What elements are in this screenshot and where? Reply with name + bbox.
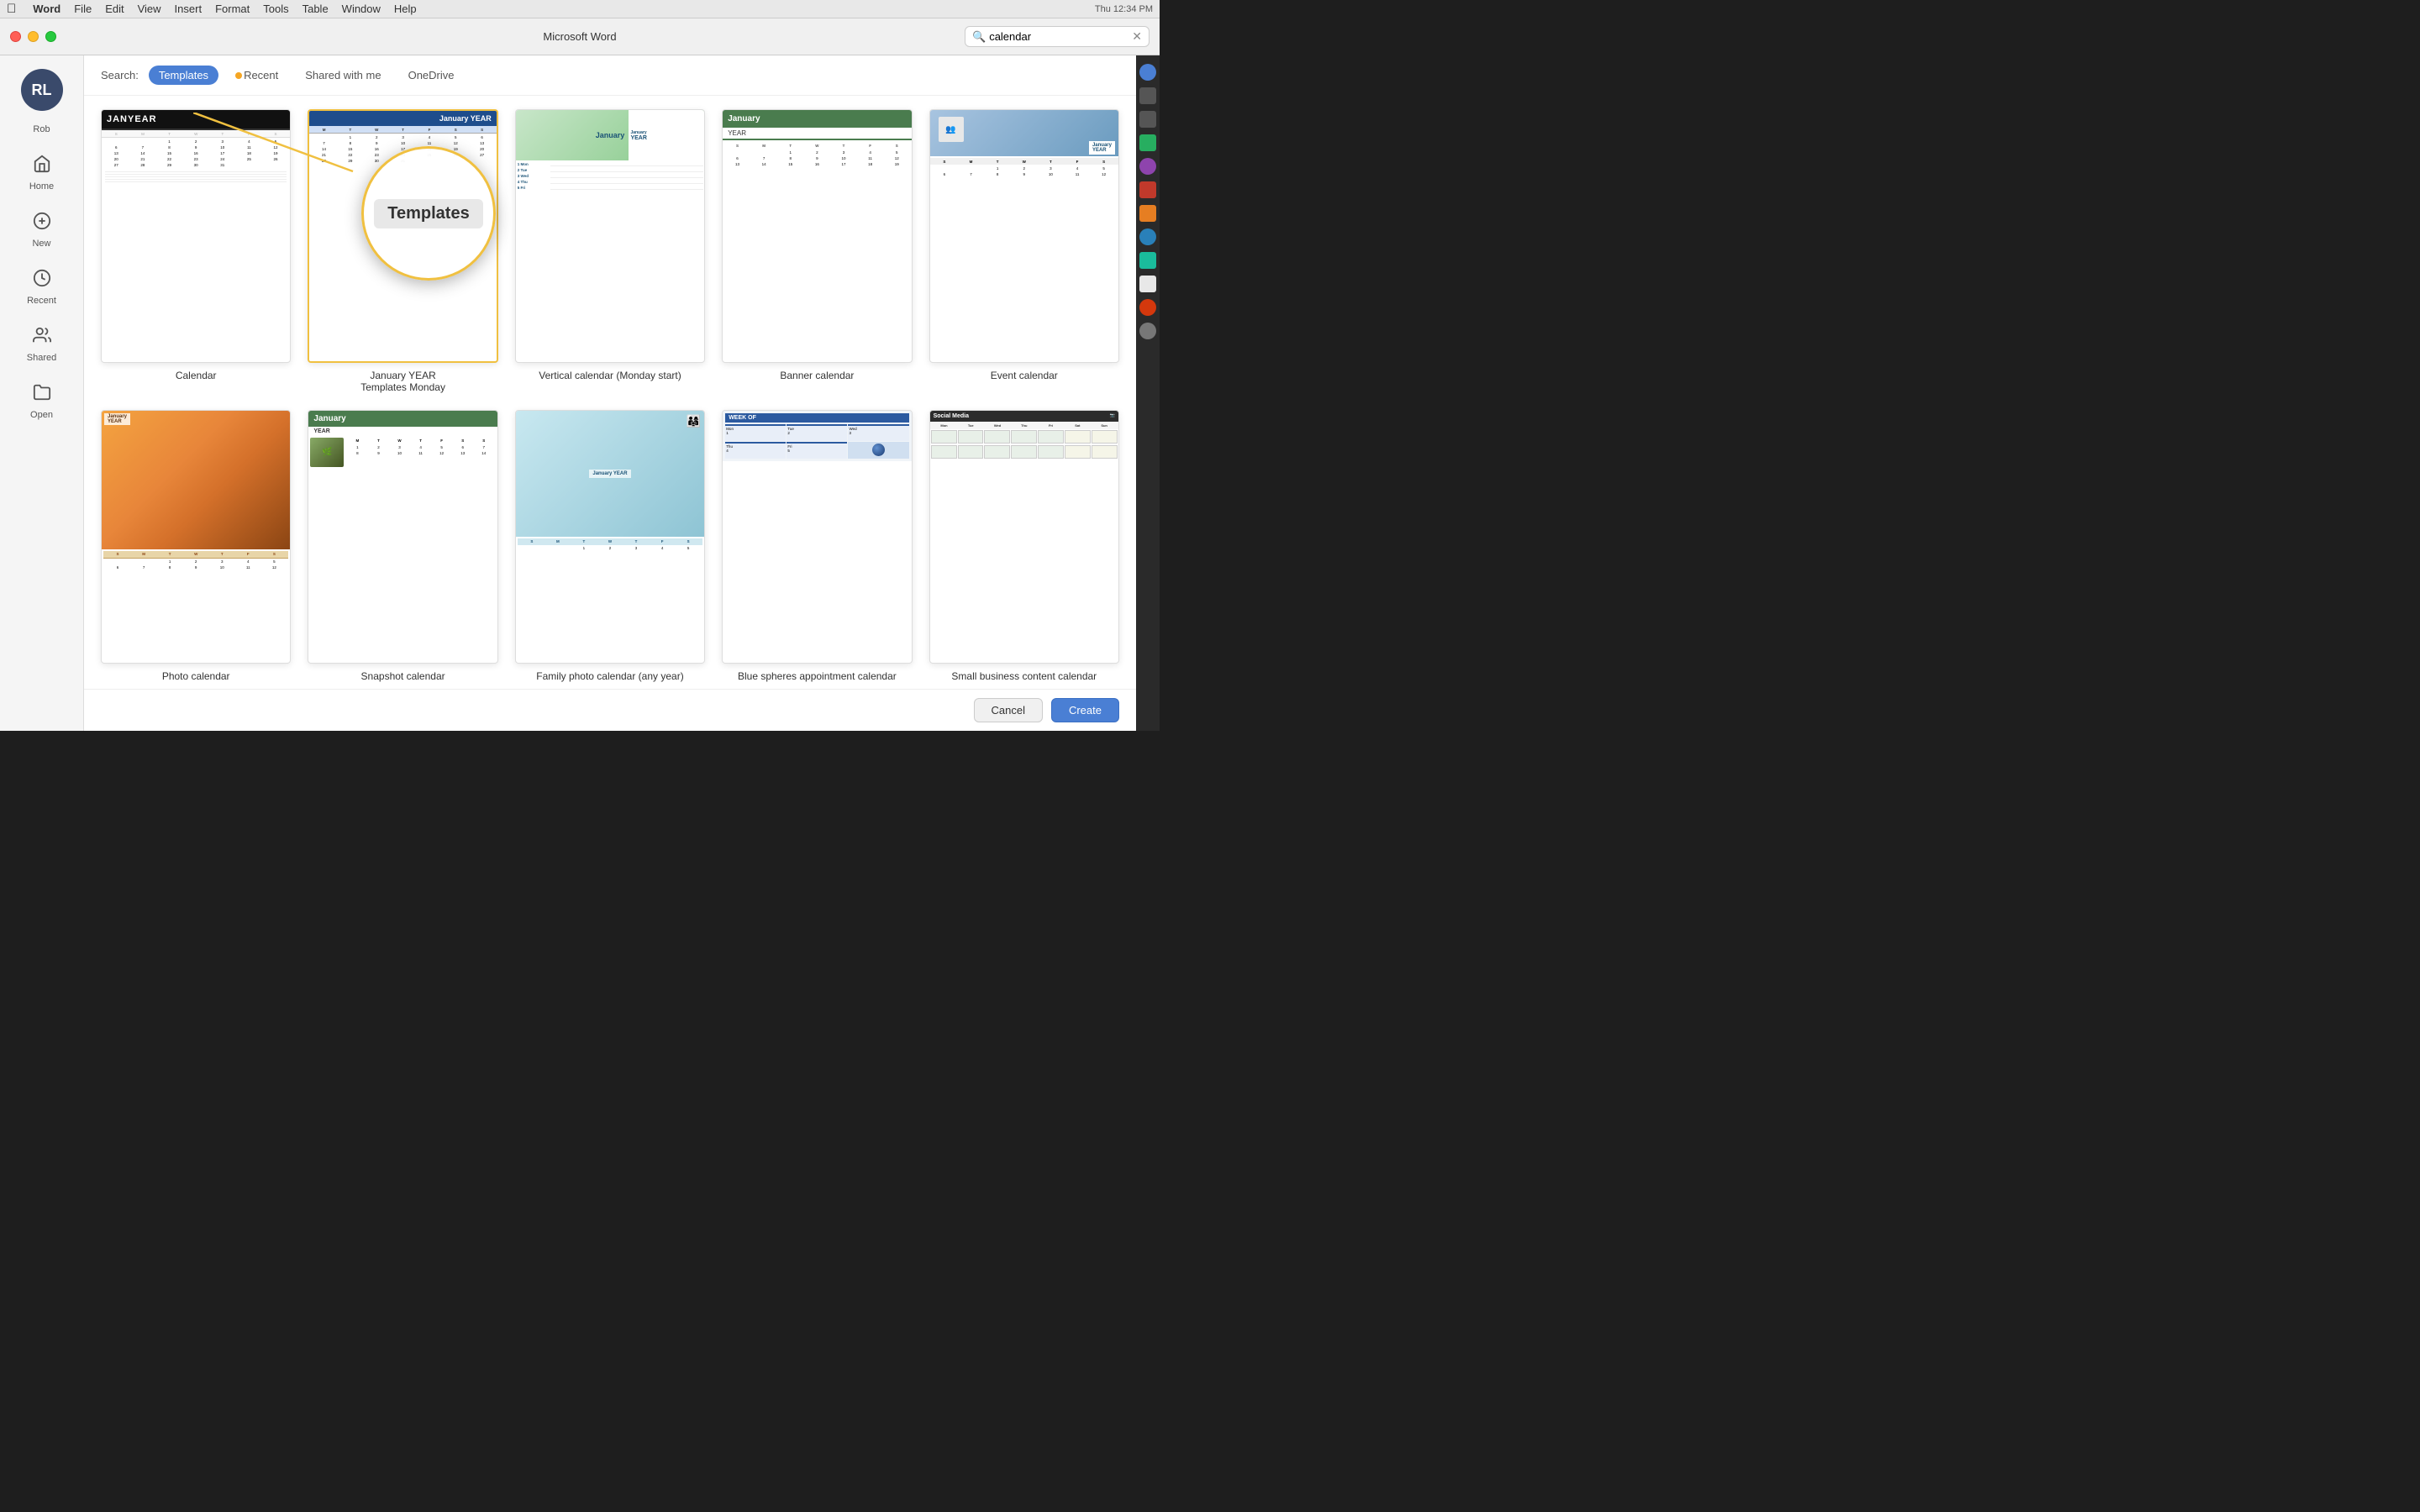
- right-sidebar: [1136, 55, 1160, 731]
- user-name: Rob: [33, 124, 50, 134]
- right-icon-3: [1139, 111, 1156, 128]
- recent-icon: [33, 269, 51, 292]
- template-item-family[interactable]: January YEAR 👨‍👩‍👧 SMTWTFS 12345: [515, 410, 705, 682]
- template-item-monday[interactable]: January YEAR MTWTFSS 123456 78910111213 …: [308, 109, 497, 393]
- apple-menu[interactable]: : [7, 2, 16, 16]
- recent-dot: [235, 72, 242, 79]
- right-icon-2: [1139, 87, 1156, 104]
- menu-insert[interactable]: Insert: [175, 3, 203, 15]
- sidebar-item-shared[interactable]: Shared: [8, 319, 76, 370]
- template-name-monday: January YEARTemplates Monday: [360, 370, 445, 393]
- sidebar-item-recent[interactable]: Recent: [8, 262, 76, 312]
- right-icon-5: [1139, 158, 1156, 175]
- template-name-calendar: Calendar: [176, 370, 217, 381]
- cancel-button[interactable]: Cancel: [974, 698, 1043, 722]
- recent-label: Recent: [27, 296, 56, 306]
- template-name-vertical: Vertical calendar (Monday start): [539, 370, 681, 381]
- template-preview-vertical: January YEAR January 1 Mon 2 Tue 3 Wed 4…: [515, 109, 705, 363]
- template-name-spheres: Blue spheres appointment calendar: [738, 670, 897, 682]
- template-item-photo[interactable]: JanuaryYEAR SMTWTFS 12345 6789101112: [101, 410, 291, 682]
- menu-tools[interactable]: Tools: [263, 3, 288, 15]
- menu-window[interactable]: Window: [342, 3, 381, 15]
- open-label: Open: [30, 410, 53, 420]
- sidebar-item-open[interactable]: Open: [8, 376, 76, 427]
- menu-word[interactable]: Word: [33, 3, 60, 15]
- right-icon-1: [1139, 64, 1156, 81]
- sidebar-item-home[interactable]: Home: [8, 148, 76, 198]
- new-icon: [33, 212, 51, 235]
- right-icon-6: [1139, 181, 1156, 198]
- template-name-family: Family photo calendar (any year): [536, 670, 683, 682]
- right-icon-11: [1139, 299, 1156, 316]
- right-icon-12: [1139, 323, 1156, 339]
- template-name-photo: Photo calendar: [162, 670, 230, 682]
- title-search-input[interactable]: [989, 30, 1132, 43]
- title-bar: Microsoft Word 🔍 ✕: [0, 18, 1160, 55]
- shared-label: Shared: [27, 353, 56, 363]
- home-label: Home: [29, 181, 54, 192]
- search-tabs-bar: Search: Templates Recent Shared with me …: [84, 55, 1136, 96]
- title-search-bar[interactable]: 🔍 ✕: [965, 26, 1150, 47]
- template-item-calendar[interactable]: JANYEAR SMTWTFS 12345 6789101112 1314151…: [101, 109, 291, 393]
- template-item-banner[interactable]: January YEAR SMTWTFS 12345 6789101112 13…: [722, 109, 912, 393]
- right-icon-9: [1139, 252, 1156, 269]
- open-icon: [33, 383, 51, 407]
- tab-onedrive[interactable]: OneDrive: [398, 66, 465, 85]
- template-item-smallbiz[interactable]: Social Media 📷 Mon Tue Wed Thu Fri Sat S…: [929, 410, 1119, 682]
- template-name-snapshot: Snapshot calendar: [361, 670, 445, 682]
- minimize-button[interactable]: [28, 31, 39, 42]
- menu-edit[interactable]: Edit: [105, 3, 124, 15]
- template-name-smallbiz: Small business content calendar: [951, 670, 1097, 682]
- right-icon-4: [1139, 134, 1156, 151]
- template-item-event[interactable]: JanuaryYEAR 👥 SMTWTFS 12345 6789101112 E…: [929, 109, 1119, 393]
- shared-icon: [33, 326, 51, 349]
- template-preview-family: January YEAR 👨‍👩‍👧 SMTWTFS 12345: [515, 410, 705, 664]
- window-title: Microsoft Word: [543, 30, 616, 43]
- template-preview-snapshot: January YEAR 🌿 MTWTFSS 1234567 891011121: [308, 410, 497, 664]
- avatar: RL: [21, 69, 63, 111]
- template-preview-banner: January YEAR SMTWTFS 12345 6789101112 13…: [722, 109, 912, 363]
- template-preview-monday: January YEAR MTWTFSS 123456 78910111213 …: [308, 109, 497, 363]
- tab-templates[interactable]: Templates: [149, 66, 218, 85]
- create-button[interactable]: Create: [1051, 698, 1119, 722]
- template-name-banner: Banner calendar: [780, 370, 854, 381]
- home-icon: [33, 155, 51, 178]
- bottom-bar: Cancel Create: [84, 689, 1136, 731]
- template-item-snapshot[interactable]: January YEAR 🌿 MTWTFSS 1234567 891011121: [308, 410, 497, 682]
- mac-menu-bar:  Word File Edit View Insert Format Tool…: [0, 0, 1160, 18]
- template-preview-calendar: JANYEAR SMTWTFS 12345 6789101112 1314151…: [101, 109, 291, 363]
- right-icon-10: [1139, 276, 1156, 292]
- main-content: Search: Templates Recent Shared with me …: [84, 55, 1136, 731]
- menu-table[interactable]: Table: [302, 3, 329, 15]
- menu-format[interactable]: Format: [215, 3, 250, 15]
- template-preview-smallbiz: Social Media 📷 Mon Tue Wed Thu Fri Sat S…: [929, 410, 1119, 664]
- template-name-event: Event calendar: [991, 370, 1058, 381]
- template-item-spheres[interactable]: WEEK OF Mon1 Tue2 Wed3 Thu4 Fri5: [722, 410, 912, 682]
- traffic-lights: [10, 31, 56, 42]
- template-preview-photo: JanuaryYEAR SMTWTFS 12345 6789101112: [101, 410, 291, 664]
- template-item-vertical[interactable]: January YEAR January 1 Mon 2 Tue 3 Wed 4…: [515, 109, 705, 393]
- maximize-button[interactable]: [45, 31, 56, 42]
- right-icon-8: [1139, 228, 1156, 245]
- new-label: New: [32, 239, 50, 249]
- right-icon-7: [1139, 205, 1156, 222]
- template-preview-event: JanuaryYEAR 👥 SMTWTFS 12345 6789101112: [929, 109, 1119, 363]
- sidebar: RL Rob Home New Recent Shared: [0, 55, 84, 731]
- tab-shared[interactable]: Shared with me: [295, 66, 391, 85]
- menu-view[interactable]: View: [138, 3, 161, 15]
- app-container: RL Rob Home New Recent Shared: [0, 55, 1160, 731]
- search-clear-button[interactable]: ✕: [1132, 29, 1142, 44]
- tab-recent[interactable]: Recent: [225, 66, 288, 85]
- templates-grid: JANYEAR SMTWTFS 12345 6789101112 1314151…: [84, 96, 1136, 689]
- template-preview-spheres: WEEK OF Mon1 Tue2 Wed3 Thu4 Fri5: [722, 410, 912, 664]
- close-button[interactable]: [10, 31, 21, 42]
- menu-file[interactable]: File: [74, 3, 92, 15]
- sidebar-item-new[interactable]: New: [8, 205, 76, 255]
- menu-help[interactable]: Help: [394, 3, 417, 15]
- search-label: Search:: [101, 69, 139, 81]
